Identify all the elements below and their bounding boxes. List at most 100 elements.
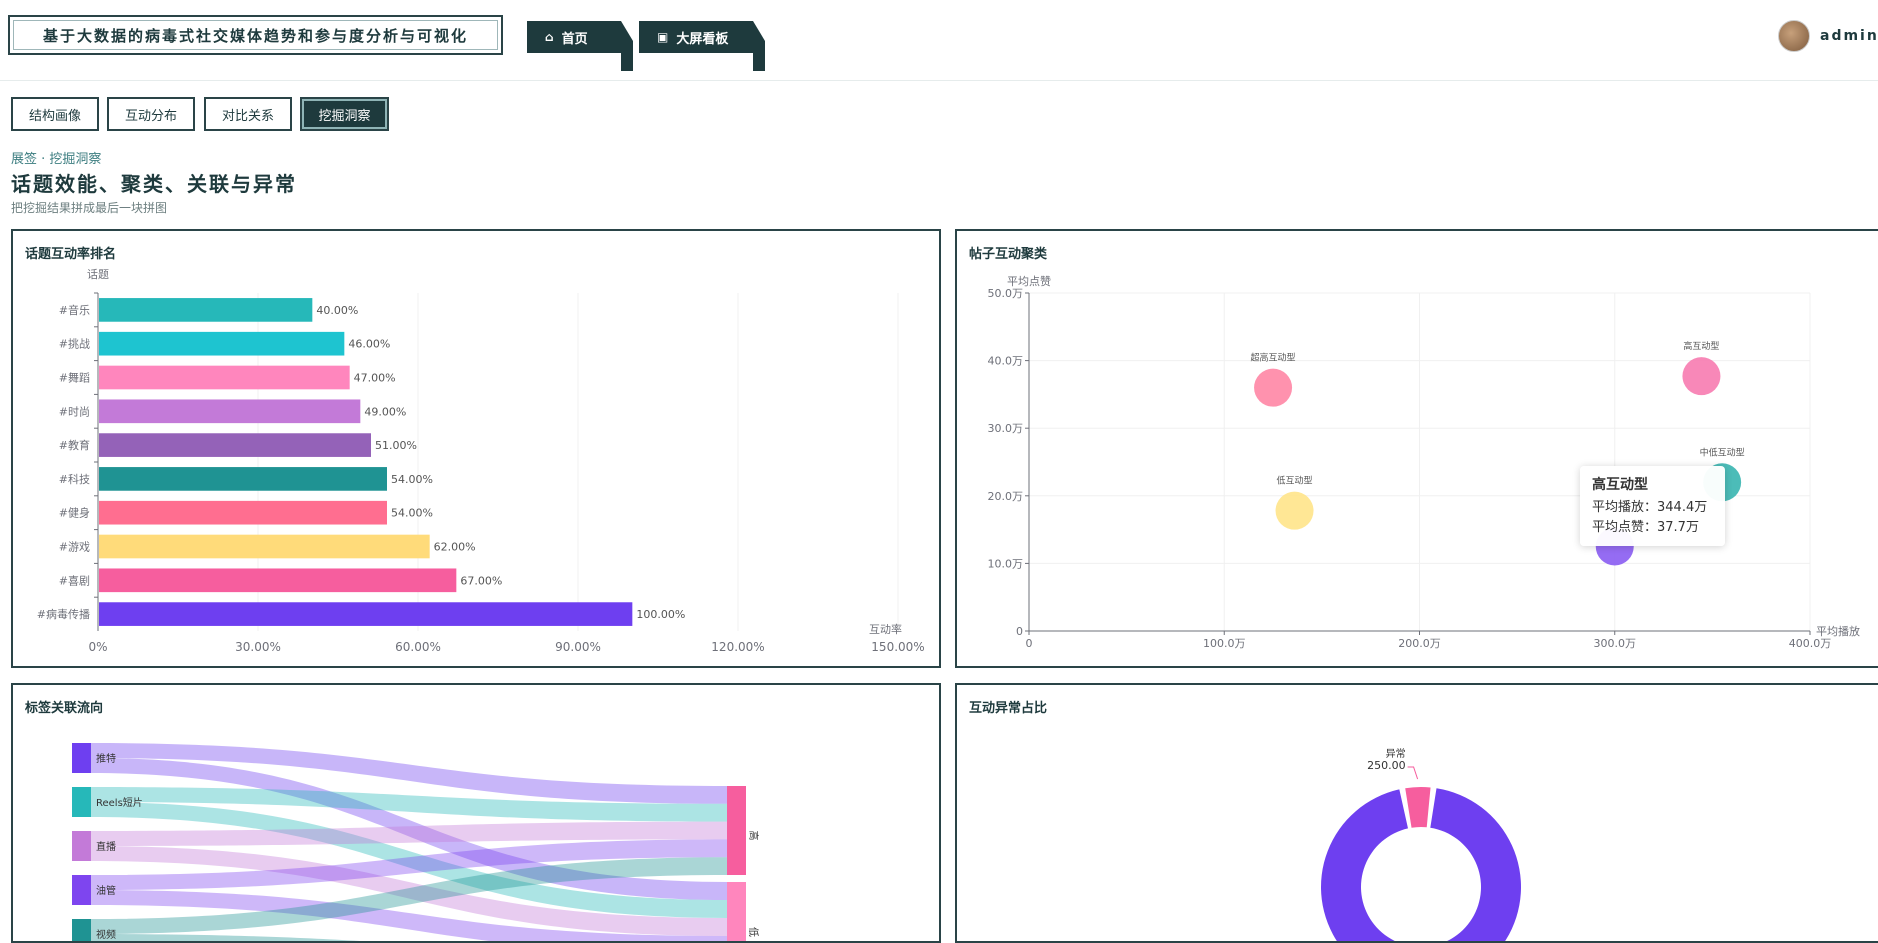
- sankey-source-node: [72, 743, 91, 773]
- y-tick-label: 50.0万: [988, 287, 1024, 300]
- y-tick-label: #健身: [59, 506, 90, 520]
- y-axis-title: 话题: [87, 268, 109, 281]
- x-tick-label: 90.00%: [555, 640, 601, 654]
- y-axis-title: 平均点赞: [1007, 275, 1051, 288]
- bar-chart: 0% 30.00% 60.00% 90.00% 120.00% 150.00% 话题互动率 #…: [37, 268, 925, 654]
- nav-home-tab[interactable]: ⌂ 首页: [527, 21, 633, 71]
- x-axis-title: 互动率: [869, 622, 902, 636]
- sankey-source-node: [72, 831, 91, 861]
- bar: [99, 331, 345, 356]
- cluster-point: [1682, 357, 1721, 396]
- tab-tail-decoration: [621, 21, 633, 71]
- tooltip-play: 平均播放：344.4万: [1592, 500, 1708, 515]
- sankey-source-node: [72, 787, 91, 817]
- bar-value-label: 62.00%: [434, 541, 476, 554]
- cluster-point: [1275, 491, 1314, 530]
- point-label: 低互动型: [1277, 475, 1313, 487]
- point-label: 超高互动型: [1251, 352, 1296, 364]
- panel-post-clustering: 帖子互动聚类 0 10.0万 20.0万 30.0万 40.0万 50.0万 0 100.0万…: [955, 229, 1878, 668]
- chart-tooltip: 高互动型 平均播放：344.4万 平均点赞：37.7万: [1580, 466, 1725, 546]
- x-tick-label: 400.0万: [1789, 637, 1832, 650]
- panel-anomaly-ratio: 互动异常占比 异常 250.00: [955, 683, 1878, 943]
- bar-value-label: 46.00%: [348, 338, 390, 351]
- y-tick-label: #喜剧: [59, 574, 90, 587]
- x-tick-label: 0: [1026, 637, 1033, 650]
- tab-comparison[interactable]: 对比关系: [204, 97, 292, 131]
- sankey-target-label: 低: [747, 927, 760, 937]
- y-tick-label: #教育: [59, 438, 90, 452]
- bar: [99, 298, 313, 322]
- sankey-source-node: [72, 919, 91, 941]
- tab-tail-decoration: [753, 21, 765, 71]
- sankey-source-node: [72, 875, 91, 905]
- x-tick-label: 300.0万: [1594, 637, 1637, 650]
- sankey-target-node: [727, 882, 746, 941]
- y-tick-label: 20.0万: [988, 490, 1024, 503]
- username[interactable]: admin: [1820, 28, 1878, 44]
- x-tick-label: 0%: [88, 640, 107, 654]
- user-menu[interactable]: admin ▾: [1778, 20, 1878, 52]
- sankey-source-label: Reels短片: [96, 796, 143, 809]
- label-leader-line: [1407, 766, 1419, 780]
- tab-mining-insights[interactable]: 挖掘洞察: [300, 97, 389, 131]
- bar: [99, 602, 633, 626]
- sankey-source-label: 油管: [96, 884, 116, 897]
- sankey-target-node: [727, 786, 746, 875]
- donut-chart: 异常250.00: [1321, 747, 1522, 941]
- sankey-chart: 推特Reels短片直播油管视频高低: [72, 743, 760, 941]
- bar-value-label: 51.00%: [375, 439, 417, 452]
- bar-value-label: 49.00%: [364, 405, 406, 418]
- y-tick-label: #科技: [59, 472, 90, 486]
- y-tick-label: #舞蹈: [59, 372, 90, 385]
- donut-slice: [1405, 787, 1431, 828]
- tooltip-title: 高互动型: [1592, 477, 1648, 493]
- nav-home-label: 首页: [561, 31, 588, 47]
- cluster-point: [1254, 368, 1293, 407]
- x-axis-title: 平均播放: [1816, 624, 1860, 638]
- x-tick-label: 30.00%: [235, 640, 281, 654]
- app-title: 基于大数据的病毒式社交媒体趋势和参与度分析与可视化: [8, 15, 503, 55]
- panel-tag-flow: 标签关联流向 推特 Reels短片 直播 油管 视频高低: [11, 683, 941, 943]
- y-tick-label: 0: [1016, 625, 1023, 638]
- bar: [99, 365, 350, 390]
- sankey-source-label: 直播: [96, 840, 116, 853]
- tab-structure-profile[interactable]: 结构画像: [11, 97, 99, 131]
- breadcrumb: 展签 · 挖掘洞察: [11, 152, 102, 167]
- nav-dashboard-label: 大屏看板: [676, 31, 729, 47]
- y-tick-label: 40.0万: [988, 355, 1024, 368]
- bar: [99, 467, 387, 491]
- y-tick-label: #游戏: [59, 541, 90, 554]
- y-tick-label: #病毒传播: [37, 607, 90, 621]
- sankey-source-label: 推特: [96, 752, 116, 765]
- y-tick-label: 10.0万: [988, 557, 1024, 570]
- slice-value-label: 250.00: [1367, 759, 1406, 772]
- page-title: 话题效能、聚类、关联与异常: [11, 172, 297, 196]
- x-tick-label: 100.0万: [1203, 637, 1246, 650]
- bar-value-label: 67.00%: [460, 574, 502, 587]
- tab-interaction-distribution[interactable]: 互动分布: [107, 97, 195, 131]
- top-header: 基于大数据的病毒式社交媒体趋势和参与度分析与可视化 ⌂ 首页 ▣ 大屏看板 ad…: [0, 0, 1878, 81]
- bar: [99, 500, 387, 525]
- x-tick-label: 200.0万: [1398, 637, 1441, 650]
- page-subtitle: 把挖掘结果拼成最后一块拼图: [11, 201, 168, 215]
- bar: [99, 568, 457, 593]
- bar: [99, 399, 361, 424]
- y-tick-label: #挑战: [59, 337, 90, 351]
- bar-value-label: 54.00%: [391, 473, 433, 486]
- y-tick-label: #时尚: [59, 404, 90, 418]
- x-tick-label: 60.00%: [395, 640, 441, 654]
- scatter-chart: 0 10.0万 20.0万 30.0万 40.0万 50.0万 0 100.0万 200.0万 3…: [988, 275, 1861, 650]
- avatar[interactable]: [1778, 20, 1810, 52]
- tooltip-like: 平均点赞：37.7万: [1592, 520, 1699, 535]
- home-icon: ⌂: [545, 30, 554, 44]
- bar: [99, 433, 371, 457]
- bar-value-label: 100.00%: [636, 608, 685, 621]
- bar-value-label: 47.00%: [354, 372, 396, 385]
- point-label: 中低互动型: [1700, 446, 1745, 458]
- x-tick-label: 120.00%: [711, 640, 764, 654]
- dashboard-icon: ▣: [657, 30, 669, 44]
- bar: [99, 534, 430, 559]
- nav-dashboard-tab[interactable]: ▣ 大屏看板: [639, 21, 765, 71]
- x-tick-label: 150.00%: [871, 640, 924, 654]
- sankey-target-label: 高: [747, 831, 760, 841]
